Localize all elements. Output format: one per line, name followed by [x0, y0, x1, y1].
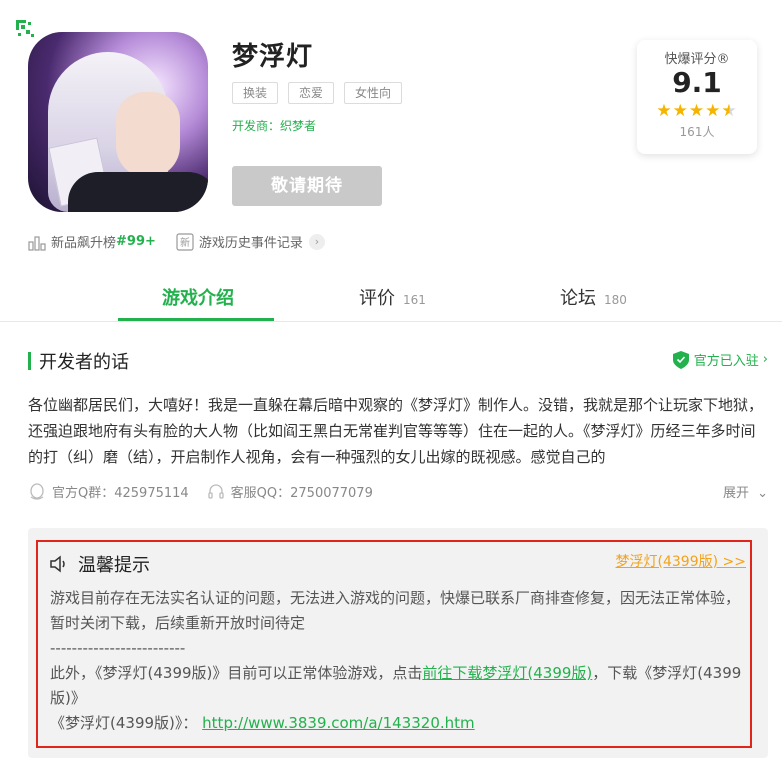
new-badge-icon: 新 [176, 232, 194, 251]
score-card: 快爆评分® 9.1 ★★★★★ 161人 [637, 40, 757, 154]
speaker-icon [50, 555, 65, 573]
tab-count: 180 [604, 293, 627, 307]
expand-button[interactable]: 展开 ⌄ [723, 482, 768, 501]
qr-code-icon[interactable] [16, 20, 40, 44]
verified-shield-icon [672, 350, 689, 369]
star-icon: ★ [672, 101, 689, 121]
tab-label: 评价 [359, 288, 395, 309]
official-label: 官方已入驻 [693, 354, 759, 369]
active-tab-indicator [118, 318, 274, 321]
notice-header: 温馨提示 [48, 551, 150, 577]
rating-count: 161人 [679, 125, 715, 139]
url-label: 《梦浮灯(4399版)》： [50, 714, 198, 732]
notice-body: 游戏目前存在无法实名认证的问题，无法进入游戏的问题，快爆已联系厂商排查修复，因无… [50, 586, 742, 736]
svg-text:新: 新 [180, 236, 190, 249]
section-title: 开发者的话 [39, 352, 129, 373]
tab-count: 161 [403, 293, 426, 307]
notice-text: 此外，《梦浮灯(4399版)》目前可以正常体验游戏，点击 [50, 664, 423, 682]
score-value: 9.1 [672, 66, 722, 99]
rank-chart-icon [28, 235, 46, 251]
headset-icon [208, 483, 224, 499]
tag-item[interactable]: 女性向 [344, 82, 403, 104]
tab-label: 论坛 [560, 288, 596, 309]
game-title: 梦浮灯 [232, 42, 314, 72]
developer-link[interactable]: 开发商：织梦者 [232, 117, 316, 134]
score-label: 快爆评分® [664, 52, 730, 67]
tab-bar: 游戏介绍 评价 161 论坛 180 [0, 270, 782, 322]
section-accent-bar [28, 352, 31, 370]
star-icon: ★ [705, 101, 722, 121]
dev-section-header: 开发者的话 [28, 348, 129, 374]
chevron-right-icon[interactable]: › [308, 233, 325, 250]
tab-forum[interactable]: 论坛 180 [560, 284, 627, 310]
contact-row: 官方Q群：425975114 客服QQ：2750077079 [28, 482, 373, 501]
chevron-right-icon: › [762, 352, 768, 367]
star-rating: ★★★★★ [637, 101, 757, 121]
developer-message: 各位幽都居民们，大嘻好！我是一直躲在幕后暗中观察的《梦浮灯》制作人。没错，我就是… [28, 396, 764, 466]
official-verified-link[interactable]: 官方已入驻 › [672, 350, 768, 369]
qq-group-icon [30, 482, 44, 500]
download-4399-link[interactable]: 前往下载梦浮灯(4399版) [422, 664, 592, 682]
icon-art-robe [68, 172, 208, 212]
tag-item[interactable]: 换装 [232, 82, 279, 104]
game-app-icon [28, 32, 208, 212]
service-qq-number[interactable]: 客服QQ：2750077079 [231, 482, 373, 501]
notice-title: 温馨提示 [78, 555, 150, 576]
notice-paragraph: 此外，《梦浮灯(4399版)》目前可以正常体验游戏，点击前往下载梦浮灯(4399… [50, 661, 742, 711]
notice-url-line: 《梦浮灯(4399版)》： http://www.3839.com/a/1433… [50, 711, 742, 736]
tag-item[interactable]: 恋爱 [288, 82, 335, 104]
tag-list: 换装 恋爱 女性向 [232, 82, 403, 104]
notice-separator: ------------------------- [50, 639, 186, 657]
rank-label[interactable]: 新品飙升榜 [51, 232, 116, 251]
history-events-link[interactable]: 游戏历史事件记录 [199, 232, 303, 251]
tab-game-intro[interactable]: 游戏介绍 [162, 284, 234, 310]
tab-label: 游戏介绍 [162, 288, 234, 309]
half-star-icon: ★ [721, 101, 738, 121]
expand-label: 展开 [722, 486, 749, 501]
tab-reviews[interactable]: 评价 161 [359, 284, 426, 310]
qq-group-number[interactable]: 官方Q群：425975114 [52, 482, 189, 501]
star-icon: ★ [688, 101, 706, 121]
meta-row: 新品飙升榜 #99+ 新 游戏历史事件记录 › [28, 232, 325, 251]
star-icon: ★ [656, 101, 673, 121]
icon-art-face [116, 92, 180, 178]
download-url-link[interactable]: http://www.3839.com/a/143320.htm [202, 714, 474, 732]
version-4399-link[interactable]: 梦浮灯(4399版) >> [616, 551, 746, 571]
chevron-down-icon: ⌄ [757, 486, 768, 501]
notice-paragraph: 游戏目前存在无法实名认证的问题，无法进入游戏的问题，快爆已联系厂商排查修复，因无… [50, 589, 741, 632]
coming-soon-button[interactable]: 敬请期待 [232, 166, 382, 206]
rank-value[interactable]: #99+ [116, 234, 156, 249]
